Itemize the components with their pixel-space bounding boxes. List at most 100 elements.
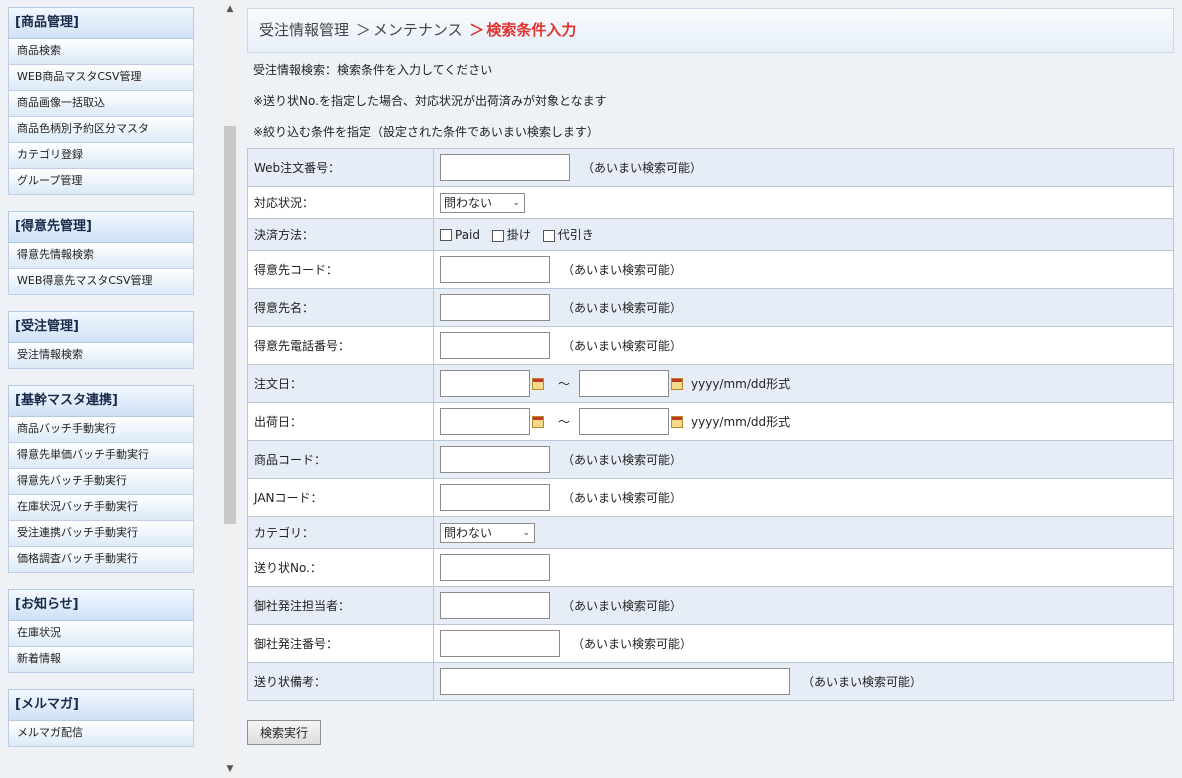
form-row: 御社発注番号： （あいまい検索可能） [247, 624, 1174, 663]
sidebar-group-news: [お知らせ] 在庫状況 新着情報 [8, 589, 194, 673]
sidebar-item-category-register[interactable]: カテゴリ登録 [8, 143, 194, 169]
sidebar-heading: [受注管理] [8, 311, 194, 343]
form-row: 対応状況： 問わない ⌄ [247, 186, 1174, 219]
breadcrumb-separator: ＞ [469, 21, 485, 39]
search-execute-button[interactable]: 検索実行 [247, 720, 321, 745]
order-date-label: 注文日： [247, 364, 434, 403]
sidebar-item-product-search[interactable]: 商品検索 [8, 39, 194, 65]
sidebar-group-mailmag: [メルマガ] メルマガ配信 [8, 689, 194, 747]
form-row: 得意先コード： （あいまい検索可能） [247, 250, 1174, 289]
ship-date-label: 出荷日： [247, 402, 434, 441]
sidebar-item-mailmag-send[interactable]: メルマガ配信 [8, 721, 194, 747]
ship-date-from-input[interactable] [440, 408, 530, 435]
calendar-icon[interactable] [671, 377, 684, 390]
payment-cod-label: 代引き [557, 228, 594, 242]
form-row: 注文日： ～ yyyy/mm/dd形式 [247, 364, 1174, 403]
sidebar-scrollbar[interactable]: ▲ ▼ [222, 0, 238, 778]
date-format-hint: yyyy/mm/dd形式 [691, 377, 791, 391]
web-order-no-label: Web注文番号： [247, 148, 434, 187]
invoice-no-input[interactable] [440, 554, 550, 581]
order-no-input[interactable] [440, 630, 560, 657]
sidebar-item-stock-batch[interactable]: 在庫状況バッチ手動実行 [8, 495, 194, 521]
payment-paid-label: Paid [455, 227, 481, 242]
calendar-icon[interactable] [671, 415, 684, 428]
product-code-label: 商品コード： [247, 440, 434, 479]
chevron-down-icon: ⌄ [522, 527, 530, 538]
payment-label: 決済方法： [247, 218, 434, 251]
breadcrumb-level2[interactable]: メンテナンス [373, 21, 463, 39]
payment-cod-checkbox[interactable] [542, 229, 555, 242]
jan-code-input[interactable] [440, 484, 550, 511]
sidebar-item-reservation-master[interactable]: 商品色柄別予約区分マスタ [8, 117, 194, 143]
order-no-label: 御社発注番号： [247, 624, 434, 663]
form-row: 得意先名： （あいまい検索可能） [247, 288, 1174, 327]
order-date-from-input[interactable] [440, 370, 530, 397]
status-label: 対応状況： [247, 186, 434, 219]
category-select[interactable]: 問わない ⌄ [440, 522, 535, 543]
sidebar-group-orders: [受注管理] 受注情報検索 [8, 311, 194, 369]
sidebar-item-stock-status[interactable]: 在庫状況 [8, 621, 194, 647]
calendar-icon[interactable] [532, 377, 544, 390]
sidebar-item-product-csv[interactable]: WEB商品マスタCSV管理 [8, 65, 194, 91]
sidebar-item-order-search[interactable]: 受注情報検索 [8, 343, 194, 369]
sidebar-item-image-import[interactable]: 商品画像一括取込 [8, 91, 194, 117]
sidebar-item-price-survey-batch[interactable]: 価格調査バッチ手動実行 [8, 547, 194, 573]
staff-label: 御社発注担当者： [247, 586, 434, 625]
chevron-down-icon: ⌄ [512, 197, 520, 208]
fuzzy-hint: （あいまい検索可能） [562, 301, 683, 315]
calendar-icon[interactable] [532, 415, 544, 428]
payment-credit-checkbox[interactable] [491, 229, 504, 242]
form-row: 商品コード： （あいまい検索可能） [247, 440, 1174, 479]
category-label: カテゴリ： [247, 516, 434, 549]
sidebar-item-customer-csv[interactable]: WEB得意先マスタCSV管理 [8, 269, 194, 295]
ship-date-to-input[interactable] [579, 408, 670, 435]
fuzzy-hint: （あいまい検索可能） [562, 339, 683, 353]
form-row: 出荷日： ～ yyyy/mm/dd形式 [247, 402, 1174, 441]
sidebar-heading: [メルマガ] [8, 689, 194, 721]
sidebar-item-customer-search[interactable]: 得意先情報検索 [8, 243, 194, 269]
range-tilde: ～ [558, 415, 571, 429]
invoice-note-text: ※送り状No.を指定した場合、対応状況が出荷済みが対象となます [253, 94, 607, 108]
sidebar-heading: [得意先管理] [8, 211, 194, 243]
scroll-thumb[interactable] [224, 126, 236, 524]
scroll-down-icon[interactable]: ▼ [222, 760, 238, 778]
breadcrumb-level1[interactable]: 受注情報管理 [259, 21, 349, 39]
payment-paid-checkbox[interactable] [440, 229, 452, 241]
range-tilde: ～ [558, 377, 571, 391]
category-select-value: 問わない [444, 525, 493, 540]
scroll-up-icon[interactable]: ▲ [222, 0, 238, 18]
status-select[interactable]: 問わない ⌄ [440, 192, 525, 213]
sidebar-item-customer-batch[interactable]: 得意先バッチ手動実行 [8, 469, 194, 495]
product-code-input[interactable] [440, 446, 550, 473]
breadcrumb-separator: ＞ [355, 21, 371, 39]
customer-code-label: 得意先コード： [247, 250, 434, 289]
sidebar-item-price-batch[interactable]: 得意先単価バッチ手動実行 [8, 443, 194, 469]
form-row: 決済方法： Paid 掛け 代引き [247, 218, 1174, 251]
breadcrumb-current: 検索条件入力 [486, 21, 577, 39]
sidebar-item-group-manage[interactable]: グループ管理 [8, 169, 194, 195]
sidebar-item-order-batch[interactable]: 受注連携バッチ手動実行 [8, 521, 194, 547]
customer-name-input[interactable] [440, 294, 550, 321]
invoice-note-input[interactable] [440, 668, 790, 695]
form-row: Web注文番号： （あいまい検索可能） [247, 148, 1174, 187]
sidebar-item-product-batch[interactable]: 商品バッチ手動実行 [8, 417, 194, 443]
search-form-table: Web注文番号： （あいまい検索可能） 対応状況： 問わない ⌄ 決済方法： Pa… [247, 148, 1174, 701]
sidebar-heading: [お知らせ] [8, 589, 194, 621]
customer-code-input[interactable] [440, 256, 550, 283]
fuzzy-hint: （あいまい検索可能） [582, 161, 703, 175]
sidebar-group-products: [商品管理] 商品検索 WEB商品マスタCSV管理 商品画像一括取込 商品色柄別… [8, 7, 194, 195]
sidebar-heading: [基幹マスタ連携] [8, 385, 194, 417]
order-date-to-input[interactable] [579, 370, 670, 397]
web-order-no-input[interactable] [440, 154, 570, 181]
customer-phone-input[interactable] [440, 332, 550, 359]
sidebar-item-new-info[interactable]: 新着情報 [8, 647, 194, 673]
payment-credit-label: 掛け [506, 228, 531, 242]
instruction-text: 受注情報検索：検索条件を入力してください [253, 63, 493, 77]
jan-code-label: JANコード： [247, 478, 434, 517]
date-format-hint: yyyy/mm/dd形式 [691, 415, 791, 429]
invoice-no-label: 送り状No.： [247, 548, 434, 587]
fuzzy-hint: （あいまい検索可能） [572, 637, 693, 651]
staff-input[interactable] [440, 592, 550, 619]
main-content: 受注情報管理 ＞メンテナンス ＞検索条件入力 受注情報検索：検索条件を入力してく… [247, 8, 1174, 745]
form-row: JANコード： （あいまい検索可能） [247, 478, 1174, 517]
